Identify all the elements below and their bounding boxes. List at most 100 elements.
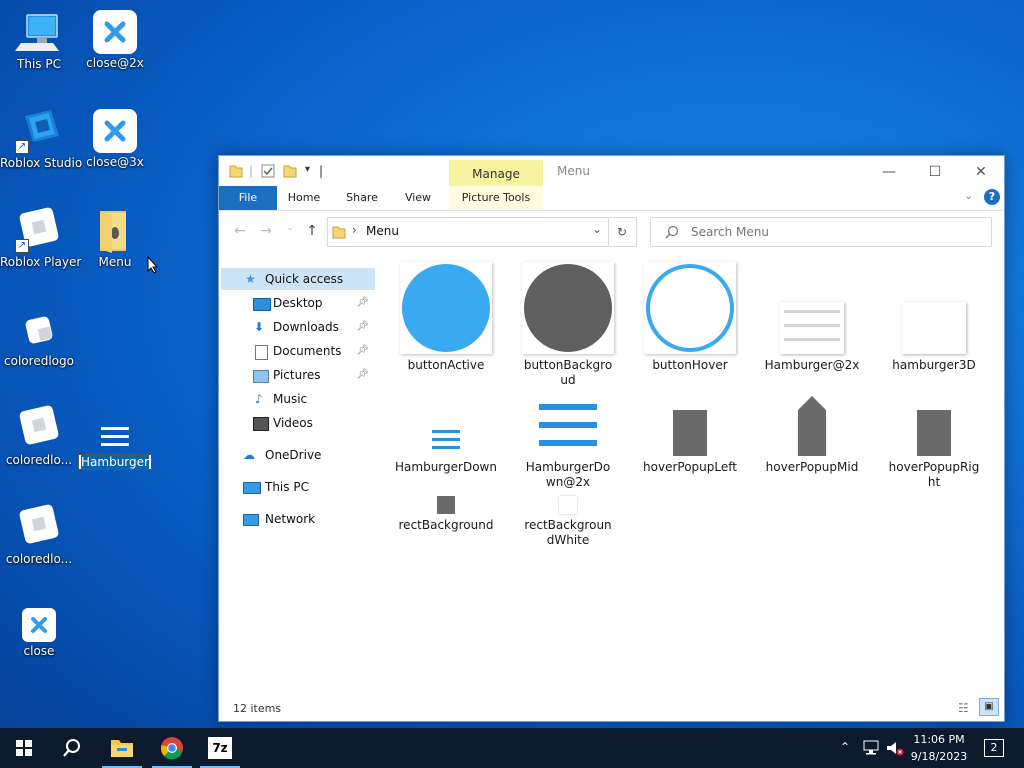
tab-share[interactable]: Share	[339, 186, 385, 210]
desktop-icon-roblox-studio[interactable]: ↗ Roblox Studio	[0, 105, 82, 179]
forward-arrow-icon[interactable]: →	[257, 223, 275, 239]
network-icon[interactable]	[862, 740, 880, 756]
tab-picture-tools[interactable]: Picture Tools	[449, 186, 543, 210]
desktop-icon-close-3x[interactable]: close@3x	[76, 105, 154, 179]
separator: |	[319, 164, 324, 178]
maximize-button[interactable]: ☐	[912, 160, 958, 184]
folder-icon	[91, 207, 139, 253]
file-item[interactable]: rectBackgroundWhite	[513, 496, 623, 548]
nav-pictures[interactable]: Pictures 📌︎	[221, 364, 375, 386]
file-item[interactable]: buttonBackgroud	[513, 262, 623, 388]
separator: |	[249, 164, 254, 178]
recent-locations-icon[interactable]: ⌄	[281, 223, 299, 233]
file-item[interactable]: HamburgerDown	[391, 396, 501, 475]
clock-time: 11:06 PM	[913, 733, 965, 746]
nav-documents[interactable]: Documents 📌︎	[221, 340, 375, 362]
customize-quick-access-icon[interactable]: ▾	[305, 164, 310, 175]
clock-date: 9/18/2023	[910, 750, 968, 763]
volume-muted-icon[interactable]	[886, 740, 904, 756]
shortcut-arrow-icon: ↗	[15, 140, 29, 154]
file-explorer-window[interactable]: | ▾ | Manage Menu — ☐ ✕ File Home Share …	[218, 155, 1005, 722]
file-item[interactable]: hamburger3D	[879, 262, 989, 373]
search-input[interactable]	[689, 224, 983, 240]
taskbar-chrome[interactable]	[148, 728, 196, 768]
tab-file[interactable]: File	[219, 186, 277, 210]
clock[interactable]: 11:06 PM 9/18/2023	[904, 731, 974, 765]
refresh-button[interactable]: ↻	[608, 217, 637, 247]
windows-logo-icon	[16, 740, 32, 756]
back-arrow-icon[interactable]: ←	[231, 223, 249, 239]
address-bar[interactable]: › Menu ⌄	[327, 217, 609, 247]
file-item[interactable]: Hamburger@2x	[757, 262, 867, 373]
nav-onedrive[interactable]: ☁ OneDrive	[221, 444, 375, 466]
desktop-icon-coloredlogo-2[interactable]: coloredlo...	[0, 402, 78, 476]
file-item[interactable]: hoverPopupLeft	[635, 396, 745, 475]
details-view-icon[interactable]: ☷	[958, 701, 969, 715]
up-arrow-icon[interactable]: ↑	[303, 223, 321, 239]
nav-quick-access[interactable]: ★ Quick access	[221, 268, 375, 290]
taskbar-7zip[interactable]: 7z	[196, 728, 244, 768]
desktop-icon-close[interactable]: close	[0, 600, 78, 674]
download-icon: ⬇	[254, 320, 265, 334]
tab-view[interactable]: View	[395, 186, 441, 210]
desktop-icon-coloredlogo-3[interactable]: coloredlo...	[0, 501, 78, 575]
address-dropdown-icon[interactable]: ⌄	[592, 222, 602, 236]
notifications-button[interactable]: 2	[984, 739, 1004, 757]
desktop-icon-menu-folder[interactable]: Menu	[76, 204, 154, 278]
pin-icon[interactable]: 📌︎	[356, 316, 369, 338]
help-icon[interactable]: ?	[984, 189, 1000, 205]
search-box[interactable]	[650, 217, 992, 247]
folder-icon	[229, 165, 243, 178]
image-thumbnail	[400, 262, 492, 354]
show-hidden-icons-icon[interactable]: ⌃	[840, 740, 850, 754]
nav-desktop[interactable]: Desktop 📌︎	[221, 292, 375, 314]
desktop-icon-this-pc[interactable]: This PC	[0, 6, 78, 80]
star-icon: ★	[245, 272, 256, 286]
nav-downloads[interactable]: ⬇ Downloads 📌︎	[221, 316, 375, 338]
large-icons-view-icon[interactable]: ▣	[979, 698, 999, 716]
pin-icon[interactable]: 📌︎	[356, 292, 369, 314]
properties-icon[interactable]	[261, 164, 275, 178]
breadcrumb[interactable]: Menu	[366, 224, 399, 238]
start-button[interactable]	[0, 728, 48, 768]
new-folder-icon[interactable]	[283, 164, 297, 178]
expand-ribbon-icon[interactable]: ⌄	[964, 189, 973, 202]
videos-icon	[253, 417, 269, 431]
search-icon	[63, 739, 80, 757]
search-button[interactable]	[48, 728, 96, 768]
nav-this-pc[interactable]: This PC	[221, 476, 375, 498]
desktop-icon-hamburger[interactable]: Hamburger	[76, 402, 154, 476]
window-title: Menu	[557, 164, 590, 178]
desktop-icon-close-2x[interactable]: close@2x	[76, 6, 154, 80]
status-item-count: 12 items	[233, 702, 282, 715]
close-icon	[22, 608, 56, 642]
nav-videos[interactable]: Videos	[221, 412, 375, 434]
tab-manage[interactable]: Manage	[449, 160, 543, 186]
breadcrumb-chevron-icon[interactable]: ›	[352, 223, 357, 237]
file-item[interactable]: rectBackground	[391, 496, 501, 533]
file-item[interactable]: hoverPopupMid	[757, 396, 867, 475]
image-thumbnail	[537, 400, 599, 456]
ribbon-tabs: File Home Share View Picture Tools ⌄ ?	[219, 186, 1004, 211]
tab-home[interactable]: Home	[281, 186, 327, 210]
file-item[interactable]: buttonActive	[391, 262, 501, 373]
image-thumbnail	[644, 262, 736, 354]
taskbar-file-explorer[interactable]	[98, 728, 146, 768]
desktop-icon-label: This PC	[17, 57, 61, 71]
pin-icon[interactable]: 📌︎	[356, 364, 369, 386]
desktop-icon-label: close@2x	[86, 56, 144, 70]
file-item[interactable]: HamburgerDown@2x	[513, 396, 623, 490]
file-item[interactable]: buttonHover	[635, 262, 745, 373]
nav-music[interactable]: ♪ Music	[221, 388, 375, 410]
image-thumbnail	[780, 302, 844, 354]
image-thumbnail	[902, 302, 966, 354]
desktop-icon-coloredlogo[interactable]: coloredlogo	[0, 303, 78, 377]
pin-icon[interactable]: 📌︎	[356, 340, 369, 362]
file-item[interactable]: hoverPopupRight	[879, 396, 989, 490]
desktop-icon-roblox-player[interactable]: ↗ Roblox Player	[0, 204, 81, 278]
minimize-button[interactable]: —	[866, 160, 912, 184]
close-button[interactable]: ✕	[958, 160, 1004, 184]
nav-network[interactable]: Network	[221, 508, 375, 530]
desktop-icon-label: Menu	[98, 255, 132, 269]
rename-field[interactable]: Hamburger	[78, 454, 152, 470]
